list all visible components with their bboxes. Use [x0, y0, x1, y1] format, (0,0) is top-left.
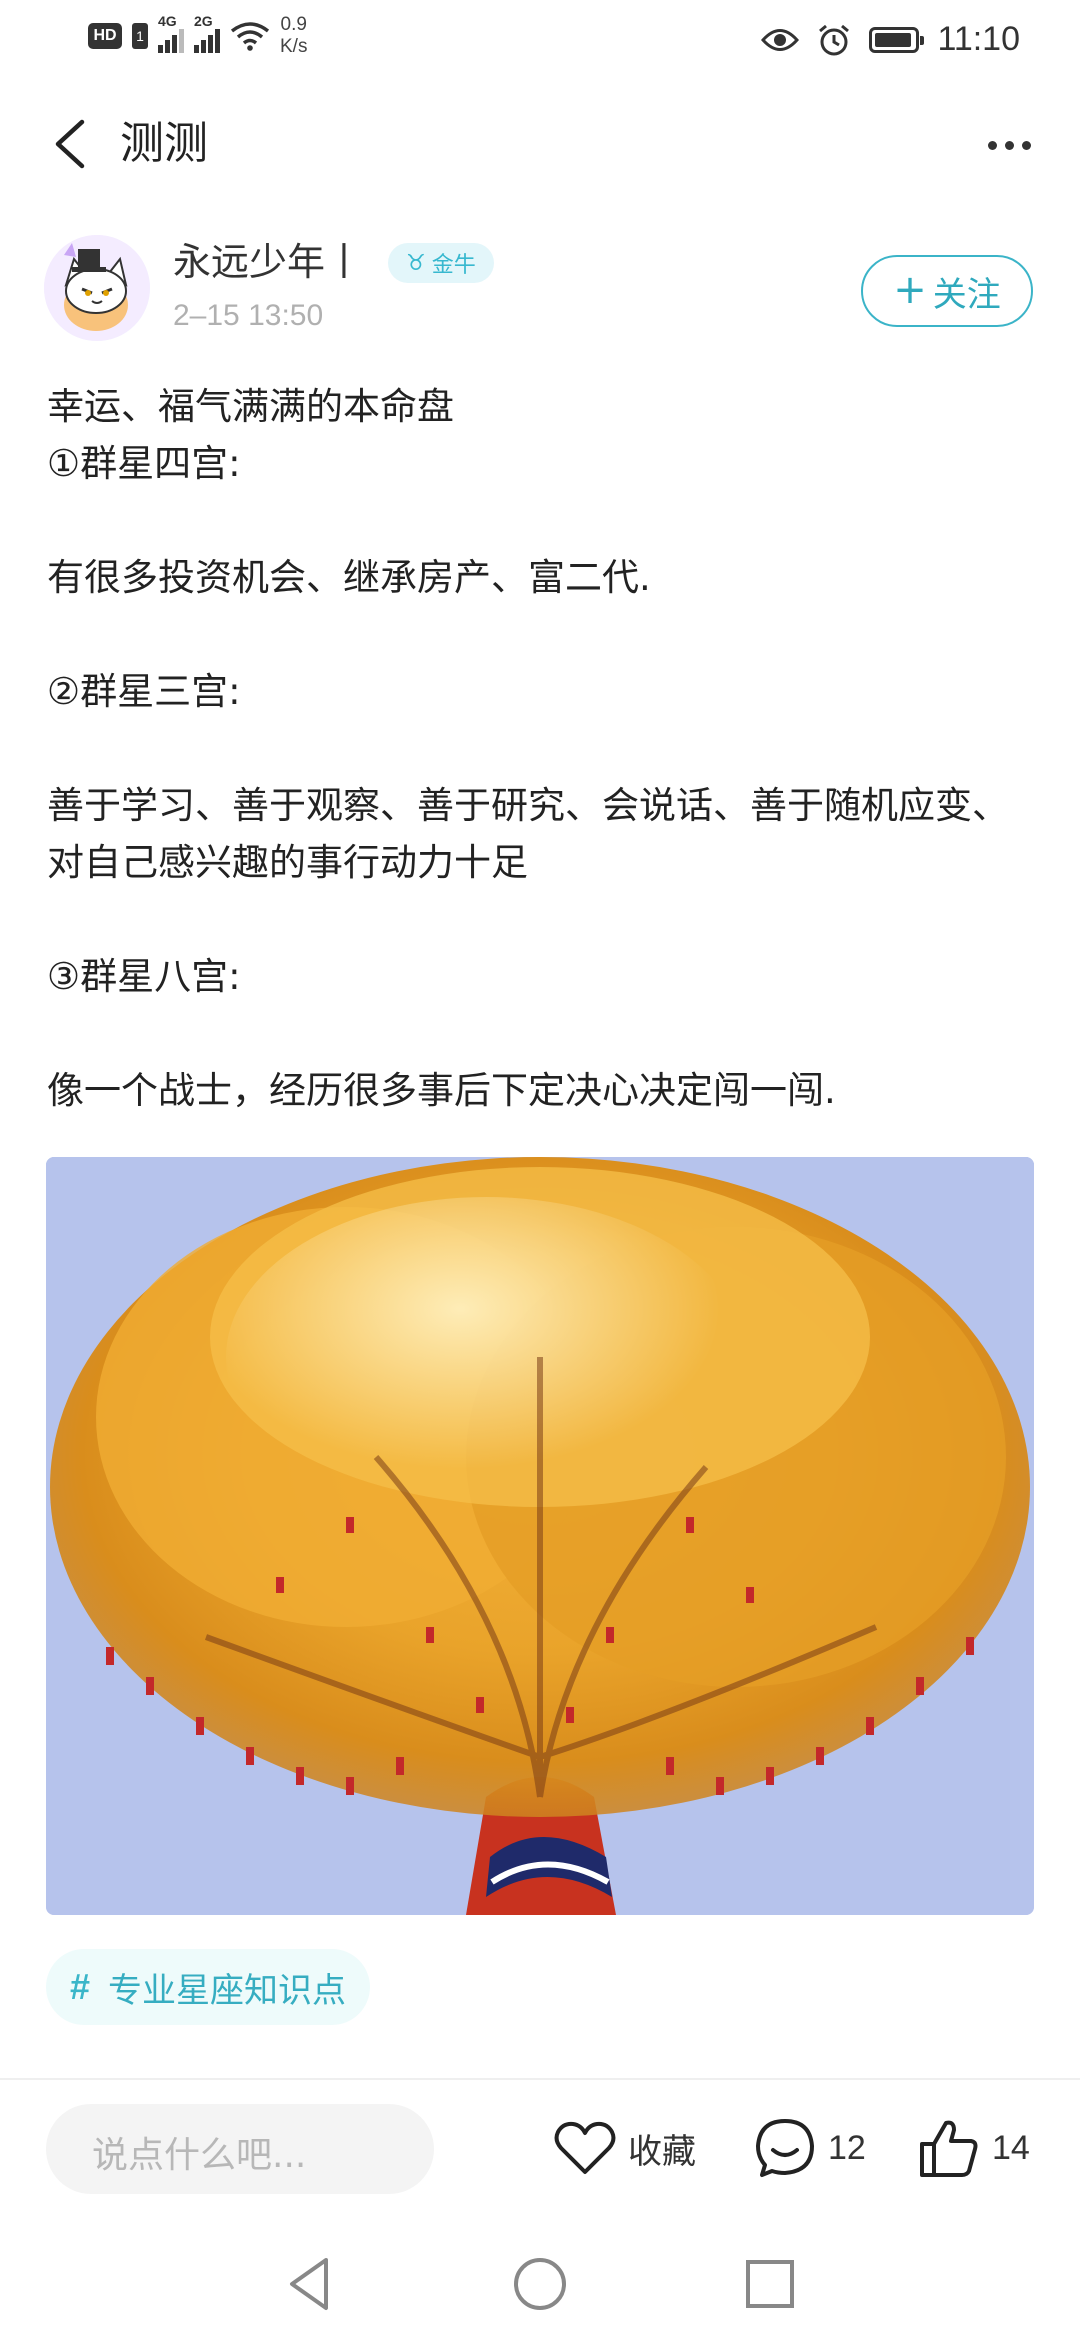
post-body: 幸运、福气满满的本命盘 ①群星四宫: 有很多投资机会、继承房产、富二代. ②群星…: [47, 378, 1037, 1119]
comment-input[interactable]: 说点什么吧...: [46, 2104, 434, 2194]
eye-icon: [761, 28, 800, 51]
status-bar: HD 1 4G 2G 0.9 K/s 11:10: [0, 0, 1080, 80]
triangle-back-icon: [290, 2258, 328, 2310]
network-speed-value: 0.9: [280, 14, 307, 35]
zodiac-badge: ♉ 金牛: [388, 243, 494, 283]
square-recents-icon: [746, 2260, 794, 2308]
favorite-label: 收藏: [628, 2131, 696, 2172]
status-right: 11:10: [761, 20, 1020, 59]
favorite-button[interactable]: 收藏: [554, 2108, 696, 2188]
follow-label: 关注: [932, 274, 1001, 315]
comment-button[interactable]: 12: [754, 2108, 866, 2188]
post-line: 幸运、福气满满的本命盘: [47, 385, 454, 428]
network-speed: 0.9 K/s: [280, 14, 307, 58]
like-button[interactable]: 14: [918, 2108, 1030, 2188]
nav-recents-button[interactable]: [738, 2252, 802, 2316]
post-line: ②群星三宫:: [47, 670, 241, 713]
post-line: ③群星八宫:: [47, 955, 241, 998]
heart-icon: [554, 2121, 616, 2174]
alarm-icon: [819, 24, 850, 55]
circle-home-icon: [514, 2258, 566, 2310]
author-name[interactable]: 永远少年丨: [173, 237, 363, 287]
post-line: 有很多投资机会、继承房产、富二代.: [47, 556, 651, 599]
comment-placeholder: 说点什么吧...: [92, 2135, 307, 2176]
post-line: 善于学习、善于观察、善于研究、会说话、善于随机应变、对自己感兴趣的事行动力十足: [47, 784, 1009, 884]
golden-tree-image: [46, 1157, 1034, 1915]
more-dot-icon: [987, 140, 997, 150]
avatar[interactable]: [44, 235, 150, 341]
divider: [0, 2078, 1080, 2080]
more-options-button[interactable]: [974, 120, 1044, 170]
sim-icon: 1: [132, 23, 148, 49]
topic-tag[interactable]: # 专业星座知识点: [46, 1949, 371, 2025]
page-title: 测测: [120, 118, 208, 169]
nav-back-button[interactable]: [278, 2252, 342, 2316]
signal-2g-icon: 2G: [194, 13, 220, 53]
post-image[interactable]: [46, 1157, 1034, 1915]
status-left: HD 1 4G 2G 0.9 K/s: [88, 13, 307, 58]
back-button[interactable]: [44, 114, 104, 174]
more-dot-icon: [1004, 140, 1014, 150]
post-line: ①群星四宫:: [47, 442, 241, 485]
network-speed-unit: K/s: [280, 36, 308, 57]
clock: 11:10: [937, 20, 1020, 58]
chevron-left-icon: [55, 119, 85, 169]
hd-icon: HD: [88, 23, 122, 49]
wifi-icon: [230, 22, 270, 51]
nav-home-button[interactable]: [508, 2252, 572, 2316]
topic-label: 专业星座知识点: [108, 1970, 347, 2011]
thumbs-up-icon: [920, 2120, 978, 2177]
hashtag-icon: #: [70, 1966, 91, 2007]
battery-icon: [869, 26, 925, 53]
author-row: 永远少年丨 ♉ 金牛 2–15 13:50 + 关注: [0, 235, 1080, 345]
system-navigation-bar: [0, 2230, 1080, 2340]
comment-count: 12: [828, 2128, 866, 2167]
plus-icon: +: [893, 266, 927, 313]
post-timestamp: 2–15 13:50: [173, 299, 324, 332]
cat-avatar-icon: [44, 235, 150, 341]
signal-4g-icon: 4G: [158, 13, 184, 53]
comment-bubble-icon: [756, 2119, 814, 2177]
more-dot-icon: [1021, 140, 1031, 150]
post-line: 像一个战士，经历很多事后下定决心决定闯一闯.: [47, 1069, 836, 1112]
follow-button[interactable]: + 关注: [861, 255, 1033, 327]
zodiac-label: 金牛: [431, 253, 476, 278]
like-count: 14: [992, 2128, 1030, 2167]
taurus-icon: ♉: [406, 250, 426, 276]
top-app-bar: 测测: [0, 100, 1080, 190]
